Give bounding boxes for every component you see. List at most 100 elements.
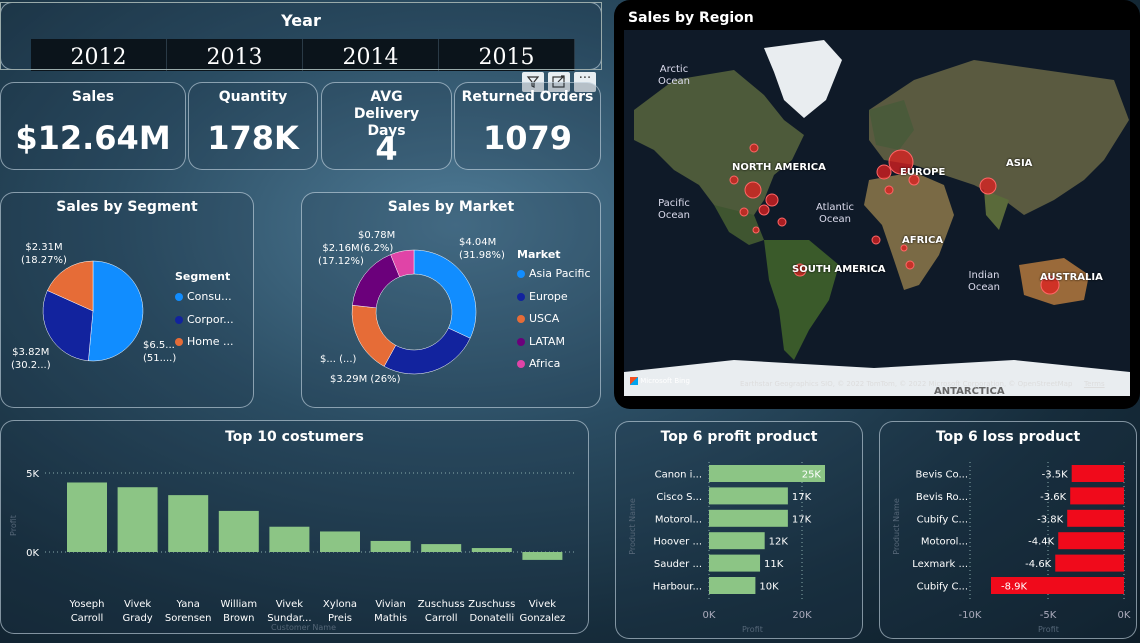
year-slicer-title: Year	[281, 11, 321, 30]
market-label-europe: $3.29M (26%)	[330, 374, 401, 385]
product-bar[interactable]	[1071, 465, 1124, 482]
year-slicer: Year 2012 2013 2014 2015	[0, 2, 602, 71]
product-bar[interactable]	[1067, 509, 1124, 527]
customer-bar[interactable]	[168, 495, 209, 552]
segment-legend-corporate[interactable]: Corpor...	[175, 313, 234, 326]
product-bar[interactable]	[1058, 532, 1124, 550]
year-button-2014[interactable]: 2014	[303, 39, 439, 71]
customer-name-label: William	[220, 599, 257, 610]
customer-name-label: Preis	[328, 613, 352, 624]
market-slice-asia-pacific[interactable]	[413, 249, 477, 339]
product-bar[interactable]	[1055, 554, 1124, 572]
customer-name-label: Zuschuss	[468, 599, 515, 610]
market-legend-europe[interactable]: Europe	[517, 290, 568, 303]
customer-bar[interactable]	[67, 482, 107, 552]
customer-bar[interactable]	[370, 540, 411, 552]
map-label-indian-ocean: Indian Ocean	[968, 270, 1000, 293]
x-tick-label: -10K	[959, 610, 982, 621]
customer-name-label: Vivian	[375, 599, 406, 610]
year-button-2012[interactable]: 2012	[31, 39, 167, 71]
x-tick-label: 0K	[1118, 610, 1131, 621]
product-name-label: Motorol...	[655, 514, 702, 525]
product-bar[interactable]	[709, 487, 788, 505]
year-button-2013[interactable]: 2013	[167, 39, 303, 71]
market-chart-card[interactable]: Sales by Market $4.04M (31.98%) $3.29M (…	[301, 192, 601, 408]
kpi-quantity-label: Quantity	[218, 89, 288, 105]
product-name-label: Harbour...	[653, 582, 702, 593]
customers-chart-card[interactable]: Top 10 costumers Profit Customer Name 5K…	[0, 420, 589, 634]
customer-name-label: Sundar...	[267, 613, 311, 624]
kpi-sales-value: $12.64M	[15, 119, 171, 157]
y-tick-label: 5K	[26, 469, 39, 480]
loss-bar-chart: -10K -5K 0K Bevis Co... -3.5K Bevis Ro... -3.6…	[912, 462, 1131, 621]
sales-by-region-map[interactable]: Sales by Region NORTH AMERICA SOUTH AMER…	[614, 0, 1140, 409]
product-name-label: Hoover ...	[653, 537, 702, 548]
map-label-atlantic-ocean: Atlantic Ocean	[816, 202, 855, 225]
map-terms-link[interactable]: Terms	[1084, 380, 1105, 388]
data-label: -3.5K	[1042, 470, 1069, 481]
kpi-sales-card[interactable]: Sales $12.64M	[0, 82, 186, 170]
product-bar[interactable]	[709, 554, 761, 572]
customer-name-label: Carroll	[71, 613, 104, 624]
product-bar[interactable]	[709, 532, 765, 550]
map-label-pacific-ocean: Pacific Ocean	[658, 198, 690, 221]
market-slice-europe[interactable]	[383, 327, 471, 375]
customer-bar[interactable]	[421, 544, 462, 552]
x-tick-label: -5K	[1040, 610, 1057, 621]
market-legend-asia[interactable]: Asia Pacific	[517, 267, 591, 280]
world-map[interactable]	[614, 0, 1140, 409]
data-label: 11K	[764, 559, 784, 570]
customer-name-label: Grady	[122, 613, 152, 624]
data-label: -4.4K	[1028, 537, 1055, 548]
market-legend-latam[interactable]: LATAM	[517, 335, 565, 348]
segment-legend-title: Segment	[175, 270, 231, 283]
market-legend-africa[interactable]: Africa	[517, 357, 560, 370]
customer-bar[interactable]	[522, 552, 563, 560]
x-tick-label: 0K	[703, 610, 716, 621]
market-legend-usca[interactable]: USCA	[517, 312, 559, 325]
year-button-2015[interactable]: 2015	[439, 39, 575, 71]
map-label-africa: AFRICA	[902, 235, 944, 246]
segment-slice-consumer[interactable]	[88, 260, 144, 362]
bing-icon	[630, 377, 638, 385]
product-bar[interactable]	[1070, 487, 1124, 505]
loss-chart-card[interactable]: Top 6 loss product Product Name Profit -…	[879, 421, 1137, 639]
product-bar[interactable]	[709, 577, 756, 594]
market-label-asia: $4.04M (31.98%)	[459, 237, 505, 261]
product-bar[interactable]	[709, 509, 788, 527]
customer-bar[interactable]	[320, 531, 360, 552]
customer-bar[interactable]	[117, 487, 158, 552]
kpi-delivery-card[interactable]: AVG Delivery Days 4	[321, 82, 452, 170]
market-label-usca: $... (...)	[320, 354, 357, 365]
data-label: 17K	[792, 514, 812, 525]
data-label: 25K	[802, 470, 822, 481]
map-label-australia: AUSTRALIA	[1040, 272, 1103, 283]
customer-bar[interactable]	[218, 510, 259, 552]
kpi-quantity-card[interactable]: Quantity 178K	[188, 82, 318, 170]
segment-chart-card[interactable]: Sales by Segment $2.31M (18.27%) $6.5...…	[0, 192, 254, 408]
customer-name-label: Vivek	[124, 599, 151, 610]
customer-name-label: Vivek	[276, 599, 303, 610]
customer-name-label: Yana	[176, 599, 200, 610]
customer-name-label: Yoseph	[69, 599, 105, 610]
segment-legend-consumer[interactable]: Consu...	[175, 290, 232, 303]
kpi-returned-card[interactable]: Returned Orders 1079	[454, 82, 601, 170]
kpi-quantity-value: 178K	[207, 119, 299, 157]
kpi-returned-label: Returned Orders	[461, 89, 594, 105]
market-legend-title: Market	[517, 248, 561, 261]
bing-logo: Microsoft Bing	[630, 377, 690, 385]
customer-bar[interactable]	[269, 526, 310, 552]
map-label-north-america: NORTH AMERICA	[732, 162, 826, 173]
segment-legend-home[interactable]: Home ...	[175, 335, 233, 348]
data-label: -8.9K	[1001, 582, 1028, 593]
product-name-label: Lexmark ...	[912, 559, 968, 570]
profit-bar-chart: 0K 20K Canon i... 25K Cisco S... 17K Motorol..…	[653, 462, 825, 621]
profit-chart-card[interactable]: Top 6 profit product Product Name Profit…	[615, 421, 863, 639]
product-name-label: Bevis Co...	[915, 470, 968, 481]
product-name-label: Sauder ...	[654, 559, 702, 570]
product-name-label: Canon i...	[655, 470, 702, 481]
map-attribution: Earthstar Geographics SIO, © 2022 TomTom…	[740, 380, 1073, 388]
customer-bar[interactable]	[471, 548, 512, 552]
market-slice-usca[interactable]	[351, 304, 397, 367]
data-label: 17K	[792, 492, 812, 503]
